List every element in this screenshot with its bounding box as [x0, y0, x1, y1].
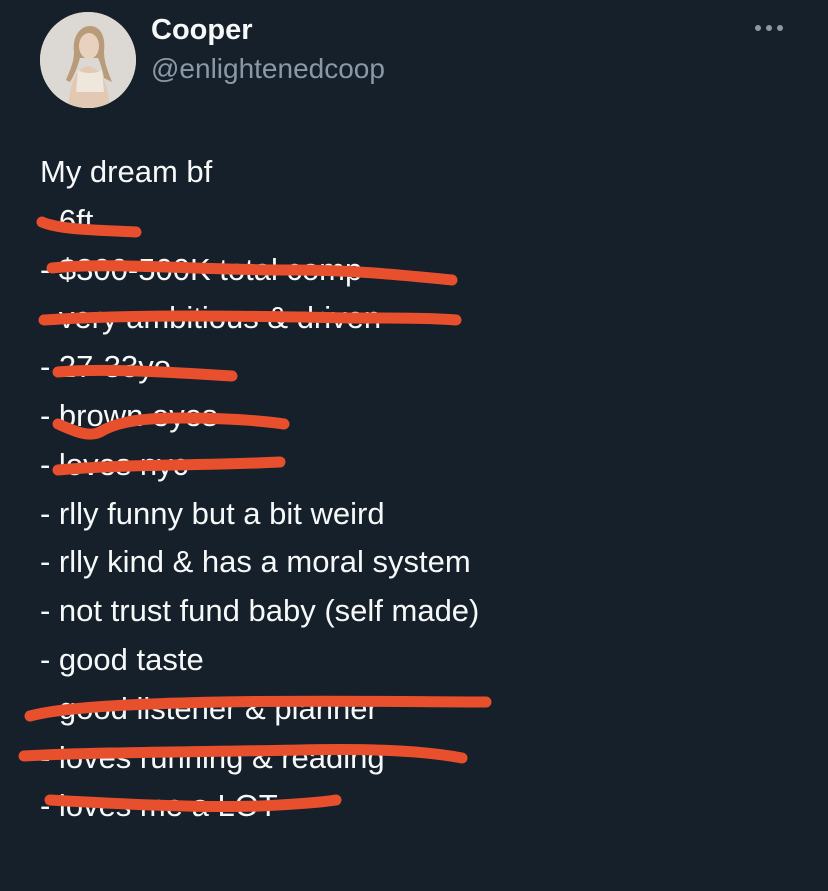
- list-item: - 27-33yo: [40, 349, 171, 385]
- list-item: - brown eyes: [40, 397, 218, 433]
- list-item: - good listener & planner: [40, 690, 378, 726]
- list-item: - 6ft: [40, 202, 94, 238]
- list-item: - loves me a LOT: [40, 788, 278, 824]
- more-options-button[interactable]: [752, 16, 788, 40]
- avatar[interactable]: [40, 12, 136, 108]
- list-item: - rlly funny but a bit weird: [40, 495, 385, 531]
- list-item: - very ambitious & driven: [40, 300, 382, 336]
- list-item: - not trust fund baby (self made): [40, 593, 480, 629]
- tweet-text: My dream bf - 6ft - $300-500K total comp…: [40, 148, 800, 831]
- list-item: - loves running & reading: [40, 739, 385, 775]
- list-item: - $300-500K total comp: [40, 251, 363, 287]
- list-item: - good taste: [40, 641, 204, 677]
- user-handle[interactable]: @enlightenedcoop: [151, 52, 385, 86]
- display-name[interactable]: Cooper: [151, 12, 253, 48]
- list-item: - rlly kind & has a moral system: [40, 544, 471, 580]
- tweet-heading-line: My dream bf: [40, 154, 213, 189]
- list-item: - loves nyc: [40, 446, 189, 482]
- more-horizontal-icon: [755, 25, 783, 31]
